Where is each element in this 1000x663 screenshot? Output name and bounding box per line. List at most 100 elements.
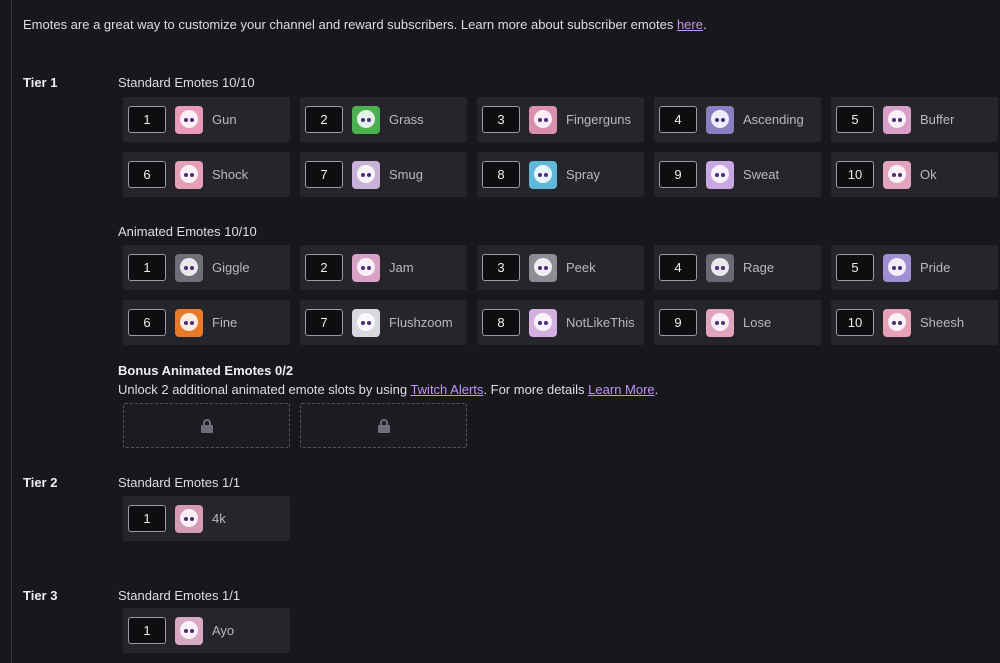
emote-image-icon <box>529 253 557 282</box>
emote-image-icon <box>175 105 203 134</box>
emote-card[interactable]: 3 Peek <box>477 245 644 290</box>
emote-card[interactable]: 1 4k <box>123 496 290 541</box>
emote-card[interactable]: 7 Smug <box>300 152 467 197</box>
emote-name: Pride <box>920 260 951 275</box>
emote-image-icon <box>175 504 203 533</box>
tier-2-standard-grid: 1 4k <box>123 496 998 541</box>
emote-slot-number[interactable]: 2 <box>305 106 343 133</box>
emote-slot-number[interactable]: 5 <box>836 106 874 133</box>
emote-slot-number[interactable]: 9 <box>659 161 697 188</box>
learn-more-link[interactable]: Learn More <box>588 382 654 397</box>
emote-image-icon <box>352 308 380 337</box>
emote-name: Fingerguns <box>566 112 632 127</box>
emote-slot-number[interactable]: 10 <box>836 309 874 336</box>
emote-card[interactable]: 10 Sheesh <box>831 300 998 345</box>
emote-slot-number[interactable]: 7 <box>305 309 343 336</box>
bonus-emotes-description: Unlock 2 additional animated emote slots… <box>118 382 658 397</box>
emote-card[interactable]: 1 Gun <box>123 97 290 142</box>
emote-name: Jam <box>389 260 414 275</box>
tier-1-label: Tier 1 <box>23 75 58 90</box>
emote-image-icon <box>352 160 380 189</box>
locked-slot-1[interactable] <box>123 403 290 448</box>
emote-card[interactable]: 5 Pride <box>831 245 998 290</box>
emote-slot-number[interactable]: 4 <box>659 106 697 133</box>
emote-slot-number[interactable]: 10 <box>836 161 874 188</box>
tier-2-label: Tier 2 <box>23 475 58 490</box>
tier-3-standard-grid: 1 Ayo <box>123 608 998 653</box>
tier-1-animated-title: Animated Emotes 10/10 <box>118 224 257 239</box>
emote-slot-number[interactable]: 7 <box>305 161 343 188</box>
intro-copy: Emotes are a great way to customize your… <box>23 17 677 32</box>
tier-3-label: Tier 3 <box>23 588 58 603</box>
emote-slot-number[interactable]: 1 <box>128 106 166 133</box>
emote-card[interactable]: 3 Fingerguns <box>477 97 644 142</box>
emote-image-icon <box>175 616 203 645</box>
emote-card[interactable]: 6 Fine <box>123 300 290 345</box>
emote-slot-number[interactable]: 6 <box>128 309 166 336</box>
emote-card[interactable]: 7 Flushzoom <box>300 300 467 345</box>
emote-name: Ok <box>920 167 937 182</box>
emote-card[interactable]: 9 Lose <box>654 300 821 345</box>
emote-name: Rage <box>743 260 775 275</box>
emote-image-icon <box>883 253 911 282</box>
emote-name: Buffer <box>920 112 955 127</box>
emote-slot-number[interactable]: 1 <box>128 254 166 281</box>
emote-slot-number[interactable]: 4 <box>659 254 697 281</box>
emote-slot-number[interactable]: 8 <box>482 161 520 188</box>
emote-card[interactable]: 1 Giggle <box>123 245 290 290</box>
emote-name: Peek <box>566 260 596 275</box>
emote-card[interactable]: 2 Grass <box>300 97 467 142</box>
locked-slot-2[interactable] <box>300 403 467 448</box>
emote-card[interactable]: 4 Ascending <box>654 97 821 142</box>
tier-1-standard-title: Standard Emotes 10/10 <box>118 75 255 90</box>
emote-slot-number[interactable]: 8 <box>482 309 520 336</box>
lock-icon <box>377 418 390 433</box>
emote-name: Ascending <box>743 112 804 127</box>
emote-image-icon <box>706 253 734 282</box>
emote-slot-number[interactable]: 2 <box>305 254 343 281</box>
emote-slot-number[interactable]: 1 <box>128 505 166 532</box>
emote-name: Ayo <box>212 623 235 638</box>
emote-image-icon <box>352 105 380 134</box>
intro-period: . <box>702 17 707 32</box>
emote-slot-number[interactable]: 3 <box>482 106 520 133</box>
emote-card[interactable]: 2 Jam <box>300 245 467 290</box>
emote-slot-number[interactable]: 6 <box>128 161 166 188</box>
emote-card[interactable]: 8 Spray <box>477 152 644 197</box>
emote-slot-number[interactable]: 1 <box>128 617 166 644</box>
emote-card[interactable]: 5 Buffer <box>831 97 998 142</box>
emote-card[interactable]: 10 Ok <box>831 152 998 197</box>
emote-name: Gun <box>212 112 237 127</box>
emote-image-icon <box>352 253 380 282</box>
emote-slot-number[interactable]: 3 <box>482 254 520 281</box>
emote-image-icon <box>706 308 734 337</box>
intro-here-link[interactable]: here <box>677 17 703 32</box>
lock-icon <box>200 418 213 433</box>
emote-slot-number[interactable]: 5 <box>836 254 874 281</box>
emote-image-icon <box>175 160 203 189</box>
emote-name: Giggle <box>212 260 250 275</box>
emote-slot-number[interactable]: 9 <box>659 309 697 336</box>
emote-image-icon <box>883 308 911 337</box>
intro-text: Emotes are a great way to customize your… <box>23 17 707 32</box>
emote-card[interactable]: 6 Shock <box>123 152 290 197</box>
emote-name: Sheesh <box>920 315 965 330</box>
emote-card[interactable]: 8 NotLikeThis <box>477 300 644 345</box>
emote-card[interactable]: 1 Ayo <box>123 608 290 653</box>
emote-name: Lose <box>743 315 772 330</box>
twitch-alerts-link[interactable]: Twitch Alerts <box>410 382 483 397</box>
emote-image-icon <box>706 160 734 189</box>
emote-image-icon <box>529 105 557 134</box>
emote-image-icon <box>706 105 734 134</box>
emote-image-icon <box>529 308 557 337</box>
emote-name: Spray <box>566 167 600 182</box>
emote-name: Flushzoom <box>389 315 453 330</box>
emote-name: Smug <box>389 167 423 182</box>
bonus-desc-start: Unlock 2 additional animated emote slots… <box>118 382 411 397</box>
emote-card[interactable]: 4 Rage <box>654 245 821 290</box>
emote-image-icon <box>883 105 911 134</box>
bonus-desc-end: . <box>654 382 659 397</box>
emote-card[interactable]: 9 Sweat <box>654 152 821 197</box>
emote-image-icon <box>883 160 911 189</box>
emote-name: Grass <box>389 112 424 127</box>
